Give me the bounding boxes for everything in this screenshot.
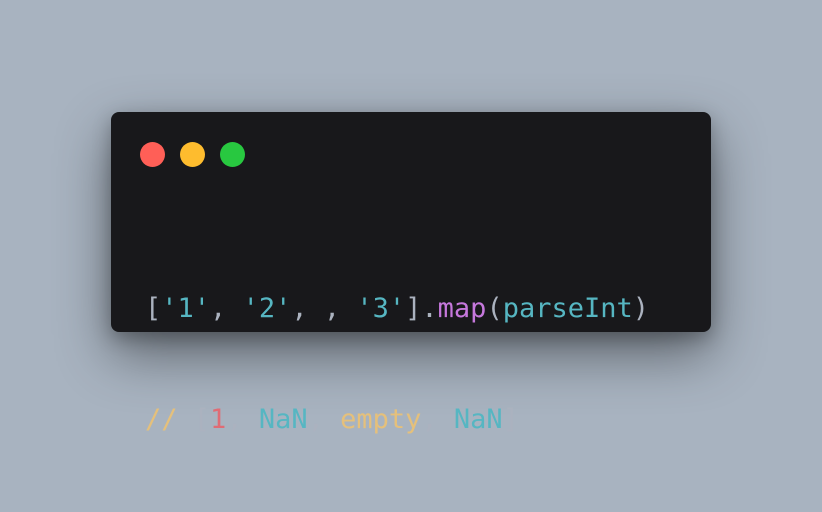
- code-block: ['1', '2', , '3'].map(parseInt) // [1, N…: [145, 216, 649, 512]
- code-token: (: [486, 293, 503, 324]
- code-token: ,: [226, 404, 259, 435]
- code-token: parseInt: [502, 293, 633, 324]
- window-controls: [140, 142, 245, 167]
- code-token: NaN: [258, 404, 308, 435]
- code-token: map: [437, 293, 487, 324]
- code-token: ]: [502, 404, 519, 435]
- code-token: 1: [210, 404, 227, 435]
- maximize-button[interactable]: [220, 142, 245, 167]
- code-token: ,: [421, 404, 454, 435]
- code-token: //: [145, 404, 194, 435]
- code-window: ['1', '2', , '3'].map(parseInt) // [1, N…: [111, 112, 711, 435]
- close-button[interactable]: [140, 142, 165, 167]
- code-token: empty: [340, 404, 422, 435]
- code-token: ].: [405, 293, 438, 324]
- code-token: ,: [210, 293, 243, 324]
- code-token: ,: [307, 404, 341, 435]
- code-token: ): [632, 293, 650, 324]
- code-token: NaN: [453, 404, 503, 435]
- code-token: '2': [242, 293, 292, 324]
- code-line-1: ['1', '2', , '3'].map(parseInt): [145, 290, 649, 327]
- code-line-2: // [1, NaN, empty, NaN]: [145, 401, 649, 438]
- code-token: '3': [356, 293, 406, 324]
- code-token: , ,: [291, 293, 357, 324]
- code-token: [: [145, 293, 162, 324]
- code-token: '1': [161, 293, 211, 324]
- minimize-button[interactable]: [180, 142, 205, 167]
- code-token: [: [193, 404, 211, 435]
